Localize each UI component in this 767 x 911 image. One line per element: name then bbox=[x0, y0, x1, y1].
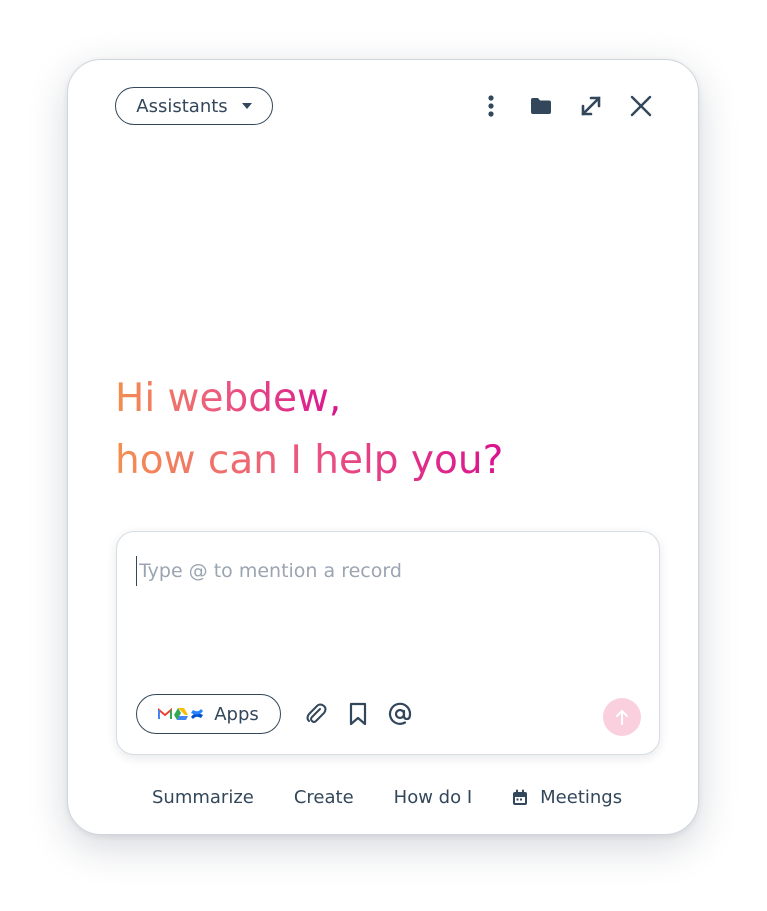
suggestion-label: Create bbox=[293, 787, 354, 808]
message-composer: Apps bbox=[116, 531, 660, 755]
bookmark-icon[interactable] bbox=[345, 700, 371, 728]
suggestion-chips: Summarize Create How do I Meetings bbox=[152, 787, 622, 808]
suggestion-label: Meetings bbox=[540, 787, 623, 808]
expand-icon[interactable] bbox=[578, 92, 604, 120]
suggestion-summarize[interactable]: Summarize bbox=[152, 787, 254, 808]
assistant-panel: Assistants Hi webdew, how can I help you… bbox=[67, 59, 699, 835]
send-button[interactable] bbox=[603, 698, 641, 736]
apps-button[interactable]: Apps bbox=[136, 694, 281, 734]
suggestion-create[interactable]: Create bbox=[294, 787, 354, 808]
gmail-icon bbox=[158, 708, 173, 719]
header-actions bbox=[478, 92, 654, 120]
message-input[interactable] bbox=[136, 556, 641, 586]
greeting-line-2: how can I help you? bbox=[115, 430, 503, 492]
caret-down-icon bbox=[241, 103, 252, 109]
app-logos bbox=[158, 707, 204, 721]
arrow-up-icon bbox=[616, 709, 628, 725]
suggestion-label: Summarize bbox=[152, 787, 254, 808]
composer-tools bbox=[303, 700, 413, 728]
google-drive-icon bbox=[174, 708, 189, 720]
suggestion-label: How do I bbox=[393, 787, 473, 808]
mention-icon[interactable] bbox=[387, 700, 413, 728]
calendar-icon bbox=[513, 789, 528, 805]
assistants-dropdown[interactable]: Assistants bbox=[115, 87, 273, 125]
apps-label: Apps bbox=[214, 703, 259, 725]
folder-icon[interactable] bbox=[528, 92, 554, 120]
assistants-label: Assistants bbox=[136, 95, 228, 117]
greeting-line-1: Hi webdew, bbox=[115, 368, 341, 430]
attachment-icon[interactable] bbox=[303, 700, 329, 728]
greeting: Hi webdew, how can I help you? bbox=[115, 368, 503, 492]
more-vertical-icon[interactable] bbox=[478, 92, 504, 120]
suggestion-meetings[interactable]: Meetings bbox=[512, 787, 622, 808]
confluence-icon bbox=[191, 709, 204, 719]
close-icon[interactable] bbox=[628, 92, 654, 120]
suggestion-how-do-i[interactable]: How do I bbox=[394, 787, 472, 808]
